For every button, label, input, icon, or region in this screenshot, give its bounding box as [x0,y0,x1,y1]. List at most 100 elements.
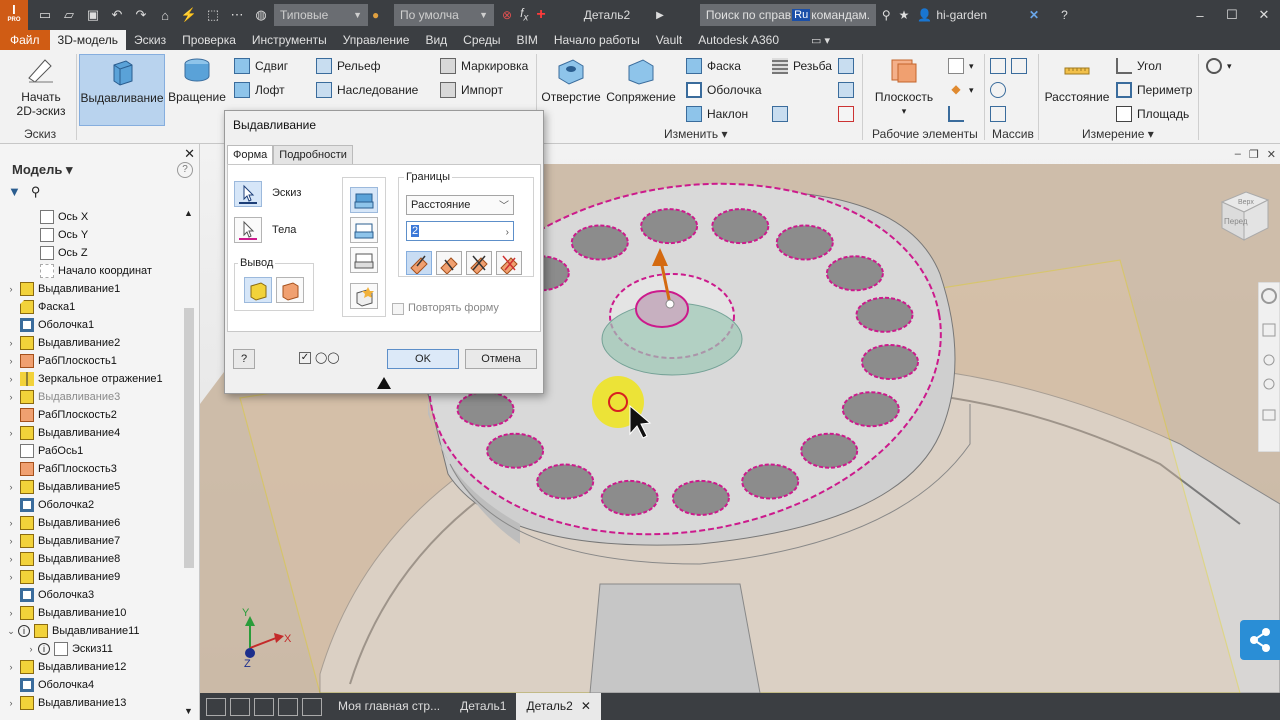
expand-icon[interactable]: › [6,662,16,672]
work-axis-icon[interactable]: ▾ [948,56,974,76]
tree-item[interactable]: › i Эскиз11 [0,640,182,658]
tree-item[interactable]: › Выдавливание13 [0,694,182,712]
cascade-icon[interactable] [206,697,226,716]
plus-icon[interactable]: + [536,6,545,24]
copy-icon[interactable] [838,80,854,100]
expand-icon[interactable]: › [6,536,16,546]
tile-vertical-icon[interactable] [278,697,298,716]
tree-item[interactable]: Ось Y [0,226,182,244]
help-button[interactable]: ? [233,349,255,369]
new-icon[interactable]: ▭ [36,6,54,24]
disk-hole[interactable] [825,255,884,292]
mark-button[interactable]: Маркировка [440,56,528,76]
tree-item[interactable]: Оболочка4 [0,676,182,694]
component-icon[interactable]: ⋯ [228,6,246,24]
rect-pattern-icon[interactable] [990,56,1027,76]
save-icon[interactable]: ▣ [84,6,102,24]
fillet-button[interactable]: Сопряжение [604,54,678,124]
combine-icon[interactable] [838,56,854,76]
tree-item[interactable]: Оболочка1 [0,316,182,334]
import-button[interactable]: Импорт [440,80,503,100]
disk-hole[interactable] [671,479,730,516]
binoculars-icon[interactable]: ⚲ [882,8,891,22]
loft-button[interactable]: Лофт [234,80,285,100]
disk-hole[interactable] [600,479,659,516]
menu-tab[interactable]: Vault [648,30,690,50]
area-button[interactable]: Площадь [1116,104,1189,124]
close-window-icon[interactable]: ✕ [1248,7,1280,23]
share-button[interactable] [1240,620,1280,660]
help-icon[interactable]: ? [1061,8,1068,22]
tree-item[interactable]: › Выдавливание3 [0,388,182,406]
app-logo[interactable]: I PRO [0,0,28,30]
direction-default-button[interactable] [406,251,432,275]
disk-hole[interactable] [861,344,919,380]
viewport-minimize-icon[interactable]: – [1235,148,1241,161]
revolve-button[interactable]: Вращение [166,54,228,124]
expand-icon[interactable]: › [6,392,16,402]
tab-more[interactable]: Подробности [273,145,353,165]
exchange-icon[interactable]: ✕ [1029,8,1039,22]
menu-tab[interactable]: Проверка [174,30,244,50]
panel-title[interactable]: Модель ▾ [12,162,72,178]
home-icon[interactable]: ⌂ [156,6,174,24]
tree-item[interactable]: › Выдавливание8 [0,550,182,568]
work-plane-button[interactable]: Плоскость ▾ [868,54,940,124]
tree-item[interactable]: Оболочка3 [0,586,182,604]
expand-icon[interactable]: › [6,482,16,492]
close-tab-icon[interactable]: ✕ [581,699,591,713]
tree-item[interactable]: › Выдавливание5 [0,478,182,496]
material-combo[interactable]: По умолча ▼ [394,4,494,26]
extrude-button[interactable]: Выдавливание [79,54,165,126]
tree-item[interactable]: РабПлоскость3 [0,460,182,478]
menu-tab[interactable]: Среды [455,30,508,50]
output-solid-button[interactable] [244,277,272,303]
tab-shape[interactable]: Форма [227,145,274,165]
tree-item[interactable]: › Выдавливание10 [0,604,182,622]
close-panel-icon[interactable]: ✕ [184,146,195,162]
menu-tab[interactable]: Начало работы [546,30,648,50]
disk-hole[interactable] [536,463,595,500]
chamfer-button[interactable]: Фаска [686,56,741,76]
style-combo[interactable]: Типовые ▼ [274,4,368,26]
ribbon-toggle-icon[interactable]: ▭ ▾ [811,34,830,47]
user-menu[interactable]: 👤 hi-garden [917,8,987,22]
undo-icon[interactable]: ↶ [108,6,126,24]
expand-icon[interactable]: › [6,356,16,366]
expand-icon[interactable]: › [6,572,16,582]
menu-icon[interactable] [302,697,322,716]
join-button[interactable] [350,187,378,213]
disk-hole[interactable] [800,432,859,469]
help-search-input[interactable]: Поиск по справ Ru командам. [699,4,876,26]
viewport-restore-icon[interactable]: ❐ [1249,148,1259,161]
cut-button[interactable] [350,217,378,243]
tree-item[interactable]: › РабПлоскость1 [0,352,182,370]
globe-icon[interactable]: ◍ [252,6,270,24]
panel-help-icon[interactable]: ? [177,162,193,178]
tree-item[interactable]: Фаска1 [0,298,182,316]
split-icon[interactable] [772,104,788,124]
preview-checkbox-icon[interactable]: ✓ [299,351,311,364]
document-tab[interactable]: Деталь2 ✕ [516,693,601,720]
tree-item[interactable]: › Выдавливание6 [0,514,182,532]
disk-hole[interactable] [711,208,770,245]
tree-item[interactable]: › Выдавливание9 [0,568,182,586]
fx-icon[interactable]: fx [520,6,528,23]
tree-item[interactable]: Ось Z [0,244,182,262]
profile-select-button[interactable] [234,181,262,207]
sweep-button[interactable]: Сдвиг [234,56,288,76]
extent-type-dropdown[interactable]: Расстояние ﹀ [406,195,514,215]
expand-icon[interactable]: › [6,554,16,564]
disk-hole[interactable] [855,296,914,333]
repeat-shape-checkbox[interactable] [392,303,404,315]
tree-item[interactable]: › Зеркальное отражение1 [0,370,182,388]
tree-item[interactable]: › Выдавливание7 [0,532,182,550]
expand-icon[interactable]: › [6,428,16,438]
circ-pattern-icon[interactable] [990,80,1006,100]
work-point-icon[interactable]: ◆ ▾ [948,80,973,100]
menu-tab[interactable]: 3D-модель [49,30,127,50]
shell-button[interactable]: Оболочка [686,80,762,100]
derive-button[interactable]: Наследование [316,80,418,100]
tree-item[interactable]: › Выдавливание2 [0,334,182,352]
hole-button[interactable]: Отверстие [541,54,601,124]
